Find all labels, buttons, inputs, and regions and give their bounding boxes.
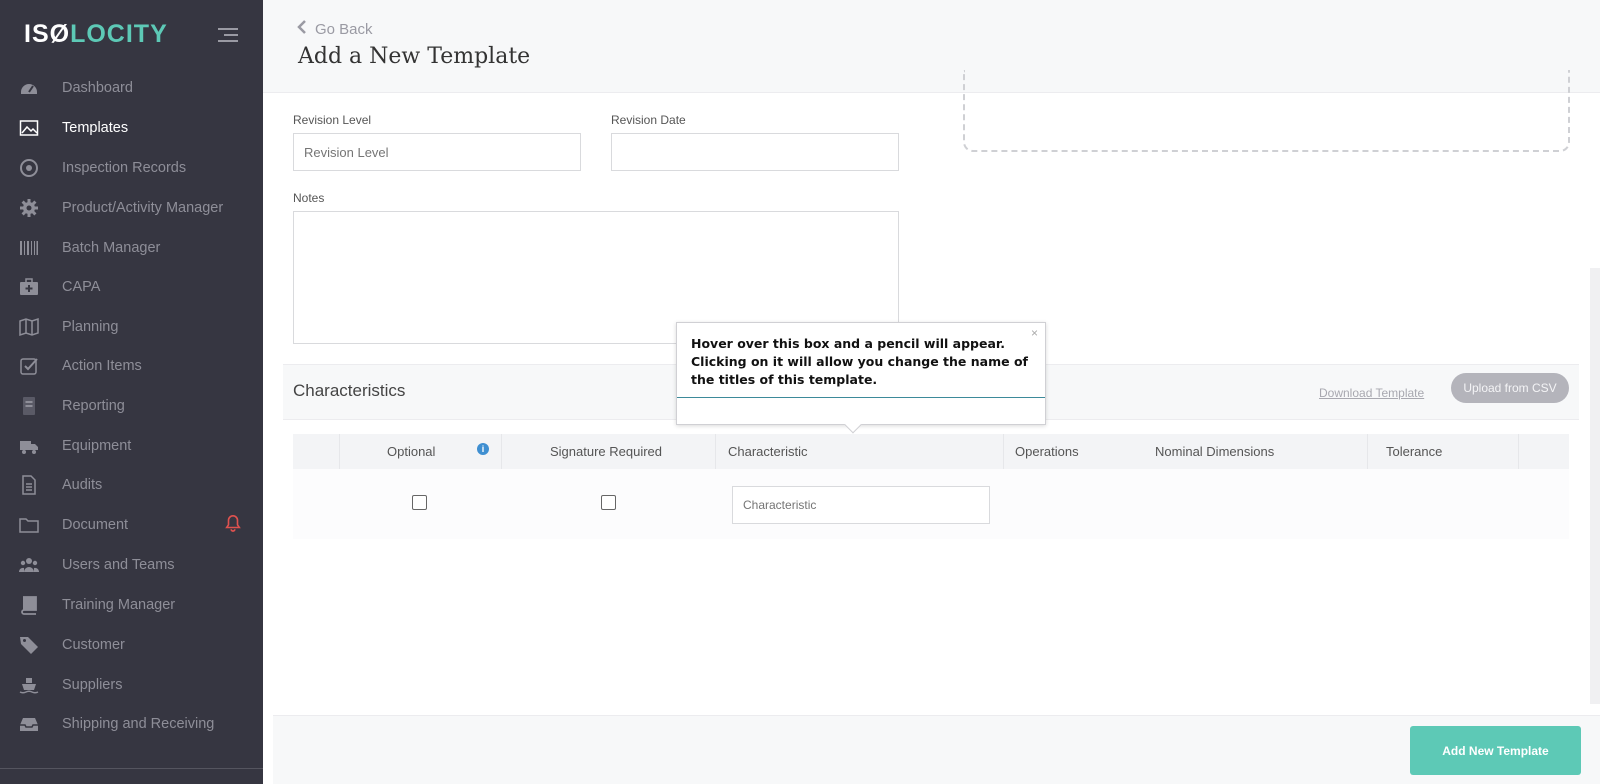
chevron-left-icon xyxy=(297,20,307,38)
go-back-label: Go Back xyxy=(315,20,373,38)
gear-icon xyxy=(18,197,40,219)
sidebar-item-customer[interactable]: Customer xyxy=(0,627,263,663)
sidebar-divider xyxy=(0,768,263,769)
column-divider xyxy=(715,434,716,469)
ship-icon xyxy=(18,674,40,696)
sidebar-item-equipment[interactable]: Equipment xyxy=(0,428,263,464)
sidebar-item-label: Users and Teams xyxy=(62,557,175,573)
sidebar-item-label: Reporting xyxy=(62,398,125,414)
revision-date-label: Revision Date xyxy=(611,113,686,127)
target-icon xyxy=(18,157,40,179)
truck-icon xyxy=(18,435,40,457)
sidebar-item-label: Equipment xyxy=(62,438,132,454)
info-icon[interactable]: i xyxy=(477,443,489,455)
sidebar-item-label: Customer xyxy=(62,637,125,653)
sidebar-item-label: Batch Manager xyxy=(62,240,161,256)
medkit-icon xyxy=(18,276,40,298)
sidebar-item-suppliers[interactable]: Suppliers xyxy=(0,667,263,703)
sidebar-item-label: Product/Activity Manager xyxy=(62,200,224,216)
page-footer xyxy=(273,715,1600,784)
logo-part2: LOCITY xyxy=(70,20,168,48)
sidebar-item-templates[interactable]: Templates xyxy=(0,110,263,146)
characteristics-title[interactable]: Characteristics xyxy=(293,381,405,401)
column-divider xyxy=(501,434,502,469)
column-signature-required: Signature Required xyxy=(550,444,663,459)
sidebar-item-label: Dashboard xyxy=(62,80,133,96)
dashboard-icon xyxy=(18,77,40,99)
sidebar: ISØLOCITY Dashboard Templates Inspection… xyxy=(0,0,263,784)
tooltip-divider xyxy=(677,397,1045,398)
go-back-link[interactable]: Go Back xyxy=(297,20,373,38)
upload-dropzone[interactable] xyxy=(963,70,1570,152)
download-template-link[interactable]: Download Template xyxy=(1319,386,1424,400)
sidebar-item-audits[interactable]: Audits xyxy=(0,467,263,503)
users-icon xyxy=(18,554,40,576)
sidebar-item-training-manager[interactable]: Training Manager xyxy=(0,587,263,623)
sidebar-item-users-and-teams[interactable]: Users and Teams xyxy=(0,547,263,583)
upload-csv-button[interactable]: Upload from CSV xyxy=(1451,373,1569,403)
column-divider xyxy=(339,434,340,469)
revision-level-input[interactable] xyxy=(293,133,581,171)
add-new-template-button[interactable]: Add New Template xyxy=(1410,726,1581,775)
sidebar-item-label: Audits xyxy=(62,477,103,493)
sidebar-item-label: Suppliers xyxy=(62,677,123,693)
column-nominal-dimensions: Nominal Dimensions xyxy=(1155,444,1275,459)
sidebar-item-batch-manager[interactable]: Batch Manager xyxy=(0,230,263,266)
tooltip-arrow xyxy=(844,416,862,434)
sidebar-item-label: CAPA xyxy=(62,279,101,295)
sidebar-item-label: Action Items xyxy=(62,358,142,374)
sidebar-item-inspection-records[interactable]: Inspection Records xyxy=(0,150,263,186)
sidebar-item-shipping-and-receiving[interactable]: Shipping and Receiving xyxy=(0,706,263,742)
file-icon xyxy=(18,474,40,496)
sidebar-item-label: Inspection Records xyxy=(62,160,187,176)
optional-checkbox[interactable] xyxy=(412,495,427,510)
column-divider xyxy=(1518,434,1519,469)
sidebar-item-dashboard[interactable]: Dashboard xyxy=(0,70,263,106)
page-title: Add a New Template xyxy=(298,44,531,69)
image-icon xyxy=(18,117,40,139)
table-row xyxy=(293,469,1569,539)
sidebar-item-label: Training Manager xyxy=(62,597,176,613)
column-characteristic: Characteristic xyxy=(728,444,808,459)
tag-icon xyxy=(18,634,40,656)
barcode-icon xyxy=(18,237,40,259)
close-icon[interactable]: × xyxy=(1031,326,1038,340)
revision-level-label: Revision Level xyxy=(293,113,372,127)
sidebar-item-label: Document xyxy=(62,517,129,533)
signature-required-checkbox[interactable] xyxy=(601,495,616,510)
characteristic-input[interactable] xyxy=(732,486,990,524)
tooltip-text: Hover over this box and a pencil will ap… xyxy=(691,336,1028,387)
revision-date-input[interactable] xyxy=(611,133,899,171)
checkbox-icon xyxy=(18,355,40,377)
map-icon xyxy=(18,316,40,338)
report-icon xyxy=(18,395,40,417)
logo[interactable]: ISØLOCITY xyxy=(24,20,168,49)
sidebar-item-document[interactable]: Document xyxy=(0,507,263,543)
menu-toggle-icon[interactable] xyxy=(218,28,238,44)
column-optional: Optional xyxy=(387,444,436,459)
column-tolerance: Tolerance xyxy=(1386,444,1443,459)
help-tooltip: Hover over this box and a pencil will ap… xyxy=(676,322,1046,434)
column-operations: Operations xyxy=(1015,444,1079,459)
bell-icon[interactable] xyxy=(224,514,242,537)
sidebar-item-label: Templates xyxy=(62,120,129,136)
characteristics-table-header: Optional i Signature Required Characteri… xyxy=(293,434,1569,469)
sidebar-item-reporting[interactable]: Reporting xyxy=(0,388,263,424)
sidebar-item-label: Shipping and Receiving xyxy=(62,716,215,732)
sidebar-item-product-activity-manager[interactable]: Product/Activity Manager xyxy=(0,190,263,226)
sidebar-item-planning[interactable]: Planning xyxy=(0,309,263,345)
column-divider xyxy=(1367,434,1368,469)
logo-part1: ISØ xyxy=(24,20,71,48)
sidebar-item-action-items[interactable]: Action Items xyxy=(0,348,263,384)
notes-label: Notes xyxy=(293,191,325,205)
column-divider xyxy=(1003,434,1004,469)
scrollbar[interactable] xyxy=(1590,268,1600,704)
inbox-icon xyxy=(18,713,40,735)
folder-icon xyxy=(18,514,40,536)
book-icon xyxy=(18,594,40,616)
sidebar-item-label: Planning xyxy=(62,319,119,335)
sidebar-item-capa[interactable]: CAPA xyxy=(0,269,263,305)
